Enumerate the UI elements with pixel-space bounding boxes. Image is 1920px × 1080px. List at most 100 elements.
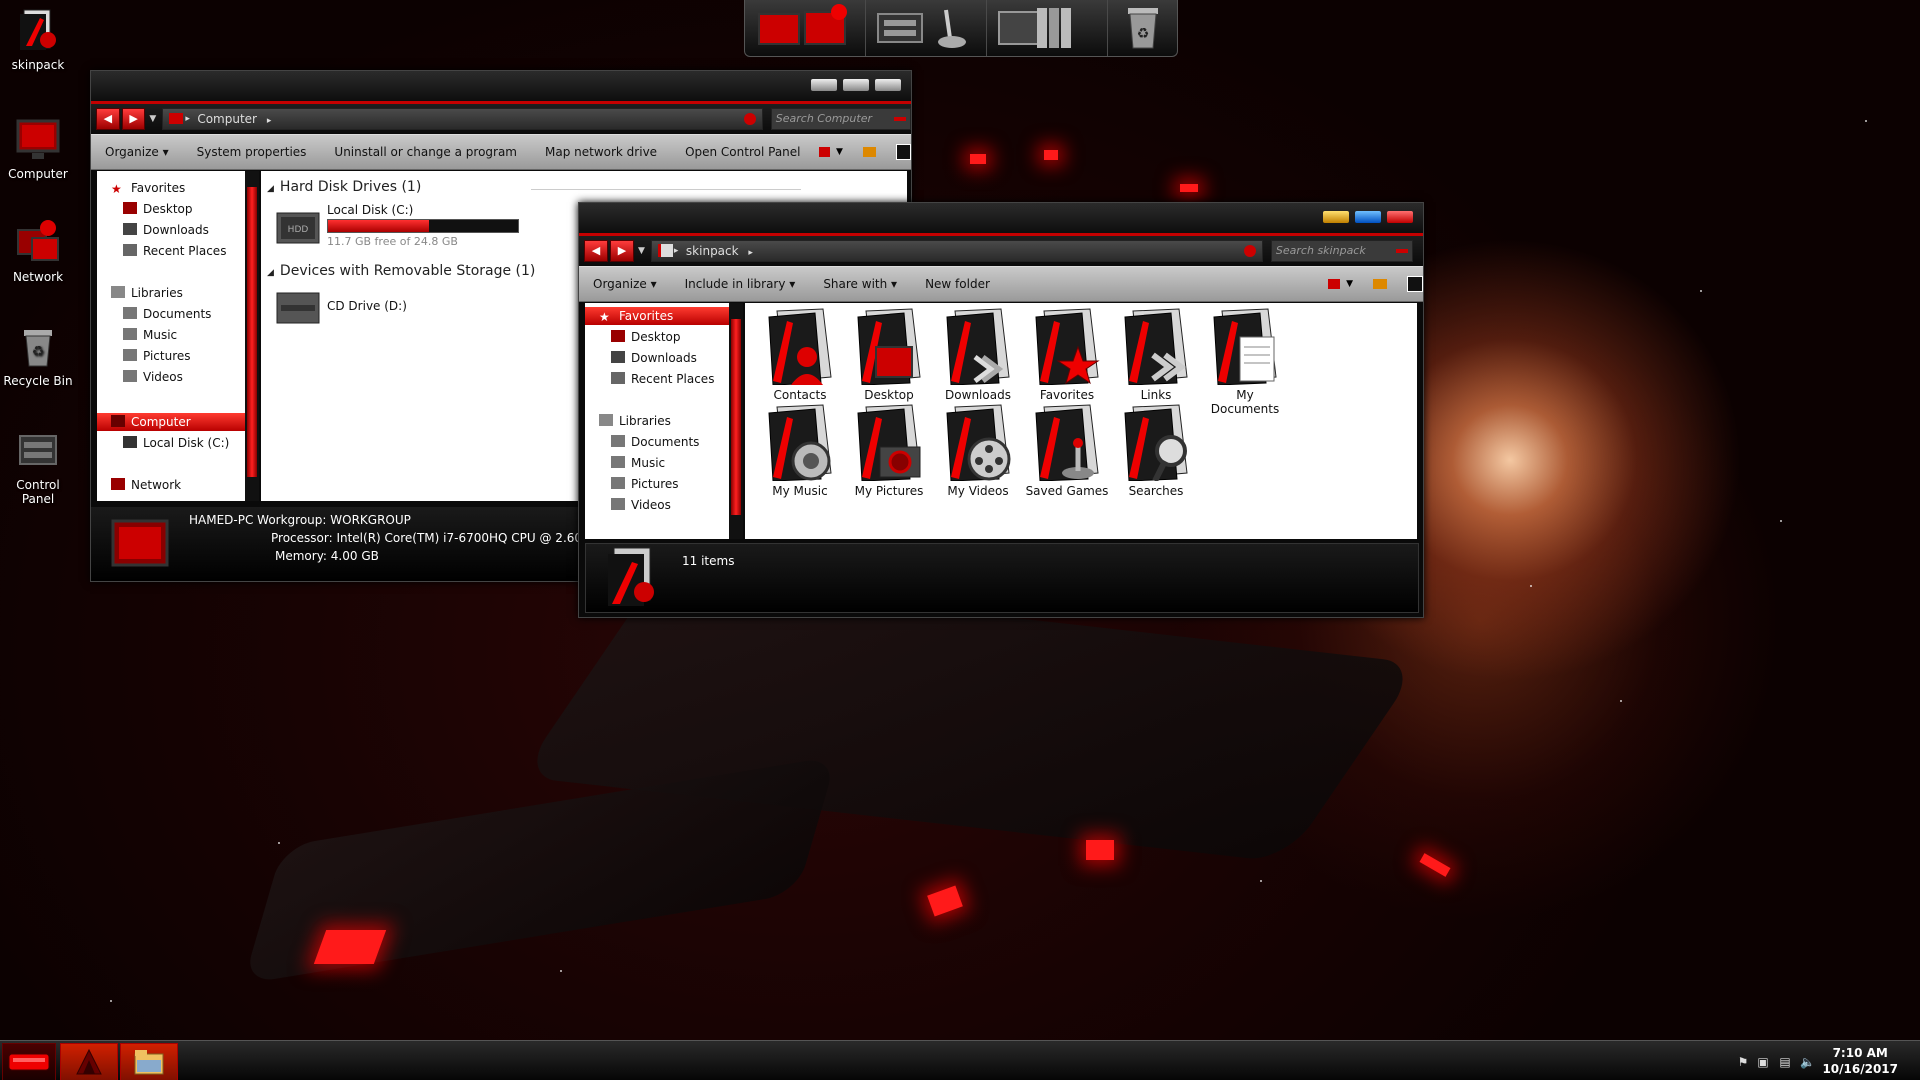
nav-pictures[interactable]: Pictures <box>123 347 191 365</box>
star <box>1620 700 1622 702</box>
open-control-panel-button[interactable]: Open Control Panel <box>671 145 814 159</box>
refresh-icon[interactable] <box>743 113 756 125</box>
view-icon[interactable] <box>818 147 830 157</box>
nav-libraries[interactable]: Libraries <box>111 284 183 302</box>
taskbar-explorer[interactable] <box>120 1043 178 1080</box>
nav-desktop[interactable]: Desktop <box>123 200 193 218</box>
folder-item-my-documents[interactable]: My Documents <box>1202 307 1288 416</box>
details-pane-icon[interactable] <box>1407 276 1424 292</box>
search-input[interactable]: Search skinpack <box>1270 240 1413 262</box>
action-center-icon[interactable]: ▤ <box>1778 1055 1792 1069</box>
nav-pictures[interactable]: Pictures <box>611 475 679 493</box>
folder-item-contacts[interactable]: Contacts <box>757 307 843 402</box>
close-button[interactable] <box>1387 211 1413 223</box>
dock-item-windows[interactable] <box>745 0 866 56</box>
organize-button[interactable]: Organize ▾ <box>579 277 671 291</box>
skinpack-window[interactable]: ◀ ▶ ▼ ▸ skinpack ▸ Search skinpack Organ… <box>578 202 1424 618</box>
nav-favorites[interactable]: ★ Favorites <box>111 179 185 197</box>
uninstall-program-button[interactable]: Uninstall or change a program <box>320 145 531 159</box>
title-bar[interactable] <box>91 71 911 104</box>
nav-music[interactable]: Music <box>123 326 177 344</box>
folder-item-favorites[interactable]: Favorites <box>1024 307 1110 402</box>
title-bar[interactable] <box>579 203 1423 236</box>
drive-c-tile[interactable]: HDD Local Disk (C:) 11.7 GB free of 24.8… <box>275 203 525 253</box>
folder-item-my-videos[interactable]: My Videos <box>935 403 1021 498</box>
start-button[interactable] <box>2 1043 56 1080</box>
nav-music[interactable]: Music <box>611 454 665 472</box>
address-bar[interactable]: ▸ skinpack ▸ <box>650 240 1263 262</box>
folder-item-my-music[interactable]: My Music <box>757 403 843 498</box>
nav-documents[interactable]: Documents <box>123 305 211 323</box>
clock[interactable]: 7:10 AM 10/16/2017 <box>1822 1045 1898 1077</box>
group-header-removable[interactable]: ◢ Devices with Removable Storage (1) <box>267 263 535 279</box>
nav-scrollbar[interactable] <box>729 303 743 539</box>
organize-button[interactable]: Organize ▾ <box>91 145 183 159</box>
view-icon[interactable] <box>1327 279 1341 289</box>
start-icon <box>8 1053 50 1071</box>
preview-pane-icon[interactable] <box>1373 279 1388 289</box>
refresh-icon[interactable] <box>1243 245 1256 257</box>
maximize-button[interactable] <box>843 79 869 91</box>
taskbar-skinpack[interactable] <box>60 1043 118 1080</box>
new-folder-button[interactable]: New folder <box>911 277 1004 291</box>
dock-item-drives[interactable] <box>987 0 1108 56</box>
folder-item-downloads[interactable]: Downloads <box>935 307 1021 402</box>
folder-item-searches[interactable]: Searches <box>1113 403 1199 498</box>
folder-item-my-pictures[interactable]: My Pictures <box>846 403 932 498</box>
folder-item-desktop[interactable]: Desktop <box>846 307 932 402</box>
desktop-icon-computer[interactable]: Computer <box>0 115 76 181</box>
nav-network[interactable]: Network <box>111 476 181 494</box>
desktop-icon-skinpack[interactable]: skinpack <box>0 6 76 72</box>
network-tray-icon[interactable]: ▣ <box>1756 1055 1770 1069</box>
back-button[interactable]: ◀ <box>584 240 608 262</box>
minimize-button[interactable] <box>811 79 837 91</box>
dock-item-recycle-bin[interactable]: ♻ <box>1108 0 1178 56</box>
desktop-icon-control-panel[interactable]: Control Panel <box>0 426 76 506</box>
nav-libraries[interactable]: Libraries <box>599 412 671 430</box>
nav-documents[interactable]: Documents <box>611 433 699 451</box>
map-network-drive-button[interactable]: Map network drive <box>531 145 671 159</box>
maximize-button[interactable] <box>1355 211 1381 223</box>
drive-d-tile[interactable]: CD Drive (D:) <box>275 285 525 329</box>
share-with-button[interactable]: Share with ▾ <box>809 277 911 291</box>
preview-pane-icon[interactable] <box>862 147 876 157</box>
details-pane-icon[interactable] <box>895 144 912 160</box>
desktop-icon-network[interactable]: Network <box>0 218 76 284</box>
close-button[interactable] <box>875 79 901 91</box>
nav-downloads[interactable]: Downloads <box>611 349 697 367</box>
chevron-down-icon[interactable]: ▼ <box>1346 279 1353 289</box>
dock-item-control-panel[interactable] <box>866 0 987 56</box>
search-input[interactable]: Search Computer <box>770 108 911 130</box>
system-properties-button[interactable]: System properties <box>183 145 321 159</box>
nav-videos[interactable]: Videos <box>611 496 671 514</box>
flag-icon[interactable]: ⚑ <box>1736 1055 1750 1069</box>
nav-recent-places[interactable]: Recent Places <box>611 370 714 388</box>
nav-videos[interactable]: Videos <box>123 368 183 386</box>
desktop-icon-recycle-bin[interactable]: ♻ Recycle Bin <box>0 322 76 388</box>
scrollbar-thumb[interactable] <box>731 319 741 515</box>
recent-pages-dropdown[interactable]: ▼ <box>638 246 645 256</box>
address-bar[interactable]: ▸ Computer ▸ <box>162 108 763 130</box>
breadcrumb-computer[interactable]: Computer <box>197 112 257 126</box>
nav-downloads[interactable]: Downloads <box>123 221 209 239</box>
nav-desktop[interactable]: Desktop <box>611 328 681 346</box>
folder-item-links[interactable]: Links <box>1113 307 1199 402</box>
include-in-library-button[interactable]: Include in library ▾ <box>671 277 810 291</box>
nav-computer[interactable]: Computer <box>97 413 245 431</box>
minimize-button[interactable] <box>1323 211 1349 223</box>
nav-favorites[interactable]: ★ Favorites <box>585 307 729 325</box>
breadcrumb-skinpack[interactable]: skinpack <box>686 244 739 258</box>
forward-button[interactable]: ▶ <box>121 108 146 130</box>
volume-icon[interactable]: 🔈 <box>1800 1055 1815 1069</box>
nav-local-disk[interactable]: Local Disk (C:) <box>123 434 229 452</box>
recent-pages-dropdown[interactable]: ▼ <box>149 114 156 124</box>
nav-recent-places[interactable]: Recent Places <box>123 242 226 260</box>
folder-item-saved-games[interactable]: Saved Games <box>1024 403 1110 498</box>
group-header-hdd[interactable]: ◢ Hard Disk Drives (1) <box>267 179 421 195</box>
chevron-down-icon[interactable]: ▼ <box>836 147 843 157</box>
forward-button[interactable]: ▶ <box>610 240 634 262</box>
desktop-icon-label: Recycle Bin <box>3 374 73 388</box>
scrollbar-thumb[interactable] <box>247 187 257 477</box>
back-button[interactable]: ◀ <box>96 108 120 130</box>
nav-scrollbar[interactable] <box>245 171 259 501</box>
